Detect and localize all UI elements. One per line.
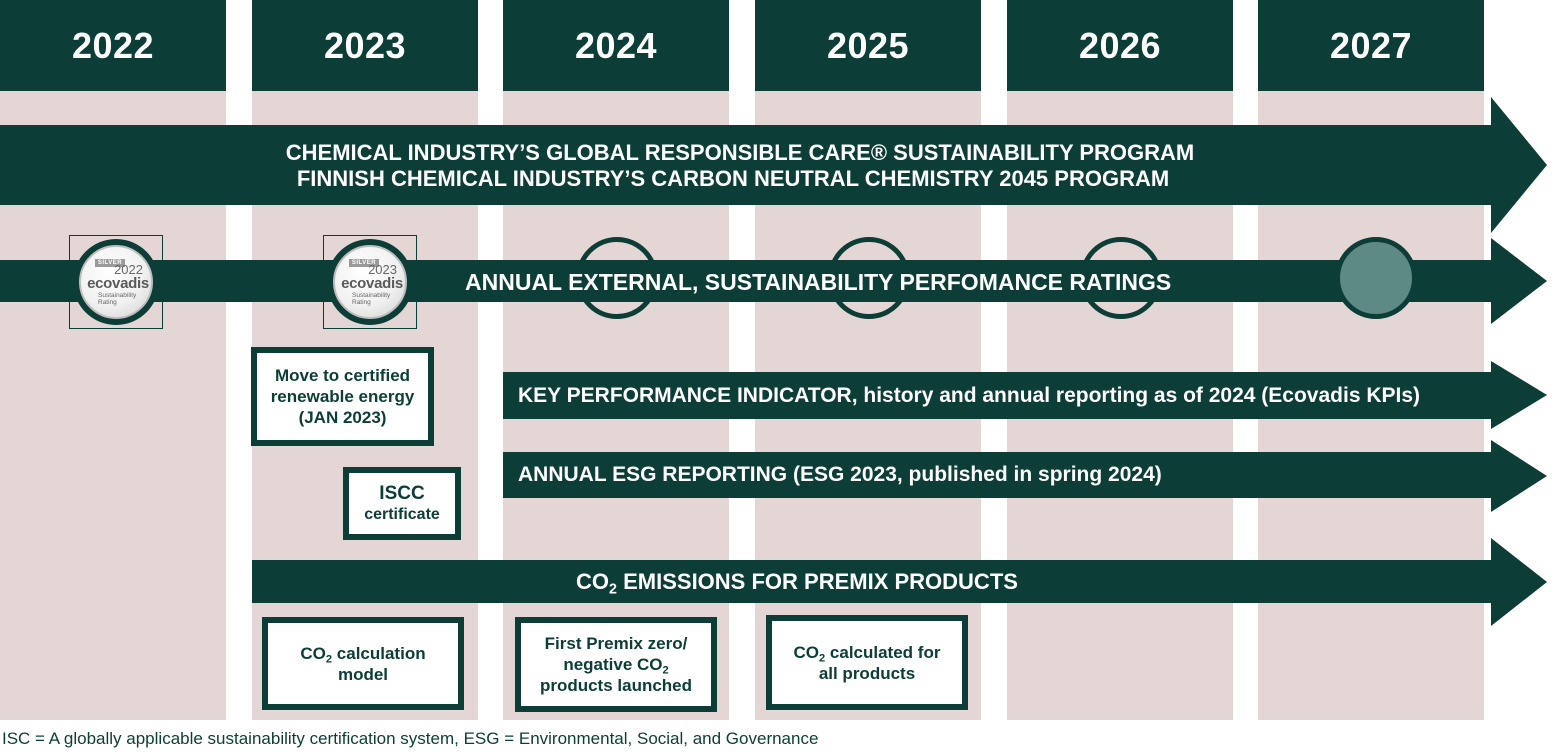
rating-circle-2027: [1335, 237, 1417, 319]
co2-label-pre: CO: [576, 569, 610, 594]
esg-label: ANNUAL ESG REPORTING (ESG 2023, publishe…: [518, 463, 1162, 487]
co2-model-post: calculation: [332, 643, 426, 663]
co2-arrowhead: [1491, 538, 1547, 626]
first-premix-line-1: First Premix zero/: [544, 634, 688, 653]
first-premix-box: First Premix zero/ negative CO2 products…: [515, 617, 717, 712]
co2-label-post: EMISSIONS FOR PREMIX PRODUCTS: [617, 569, 1018, 594]
ecovadis-badge-2022: SILVER 2022 ecovadis Sustainability Rati…: [73, 239, 159, 325]
esg-label-rest: (ESG 2023, published in spring 2024): [787, 463, 1162, 486]
year-header-2023: 2023: [252, 0, 478, 91]
year-header-2024: 2024: [503, 0, 729, 91]
co2-all-post: calculated for: [825, 642, 941, 662]
kpi-label-rest: history and annual reporting as of 2024 …: [857, 384, 1421, 407]
program-line-2: FINNISH CHEMICAL INDUSTRY’S CARBON NEUTR…: [296, 166, 1170, 191]
badge-sub-2: Rating: [98, 299, 117, 306]
year-header-2027: 2027: [1258, 0, 1484, 91]
iscc-certificate-box: ISCC certificate: [343, 467, 461, 540]
badge-brand: ecovadis: [87, 275, 149, 292]
co2-label-sub: 2: [609, 581, 617, 598]
iscc-line-1: ISCC: [379, 482, 425, 504]
badge-sub-1: Sustainability: [352, 292, 391, 299]
badge-medal: SILVER 2023 ecovadis Sustainability Rati…: [333, 245, 407, 319]
badge-brand: ecovadis: [341, 275, 403, 292]
esg-label-bold: ANNUAL ESG REPORTING: [518, 463, 788, 486]
year-header-2025: 2025: [755, 0, 981, 91]
co2-model-line-1: CO2 calculation: [300, 643, 426, 665]
kpi-arrowhead: [1491, 361, 1547, 429]
year-header-2022: 2022: [0, 0, 226, 91]
iscc-line-2: certificate: [364, 505, 440, 523]
ecovadis-badge-2023: SILVER 2023 ecovadis Sustainability Rati…: [327, 239, 413, 325]
renewable-line-3: (JAN 2023): [298, 408, 387, 427]
program-line-1: CHEMICAL INDUSTRY’S GLOBAL RESPONSIBLE C…: [285, 140, 1195, 165]
ratings-label: ANNUAL EXTERNAL, SUSTAINABILITY PERFOMAN…: [465, 269, 1172, 295]
badge-sub-2: Rating: [352, 299, 371, 306]
kpi-label-bold: KEY PERFORMANCE INDICATOR,: [518, 384, 858, 407]
kpi-label: KEY PERFORMANCE INDICATOR, history and a…: [518, 384, 1420, 408]
badge-sub: Sustainability Rating: [98, 292, 136, 306]
renewable-line-2: renewable energy: [270, 387, 415, 406]
first-premix-pre: negative CO: [563, 655, 663, 674]
co2-all-pre: CO: [793, 642, 820, 662]
year-header-2026: 2026: [1007, 0, 1233, 91]
ratings-arrowhead: [1491, 238, 1547, 324]
co2-model-box: CO2 calculation model: [262, 617, 464, 710]
co2-all-products-box: CO2 calculated for all products: [766, 615, 968, 710]
co2-all-line-1: CO2 calculated for: [793, 642, 941, 664]
co2-label: CO2 EMISSIONS FOR PREMIX PRODUCTS: [252, 569, 1342, 598]
badge-sub-1: Sustainability: [98, 292, 137, 299]
program-arrowhead: [1491, 97, 1547, 233]
renewable-energy-box: Move to certified renewable energy (JAN …: [251, 347, 434, 446]
badge-medal: SILVER 2022 ecovadis Sustainability Rati…: [79, 245, 153, 319]
esg-arrowhead: [1491, 440, 1547, 512]
co2-all-line-2: all products: [818, 663, 916, 683]
co2-model-pre: CO: [300, 643, 326, 663]
footnote: ISC = A globally applicable sustainabili…: [2, 729, 819, 748]
badge-sub: Sustainability Rating: [352, 292, 390, 306]
first-premix-line-3: products launched: [539, 676, 693, 695]
co2-model-line-2: model: [337, 664, 389, 684]
first-premix-line-2: negative CO2: [540, 654, 692, 676]
renewable-line-1: Move to certified: [274, 366, 411, 385]
